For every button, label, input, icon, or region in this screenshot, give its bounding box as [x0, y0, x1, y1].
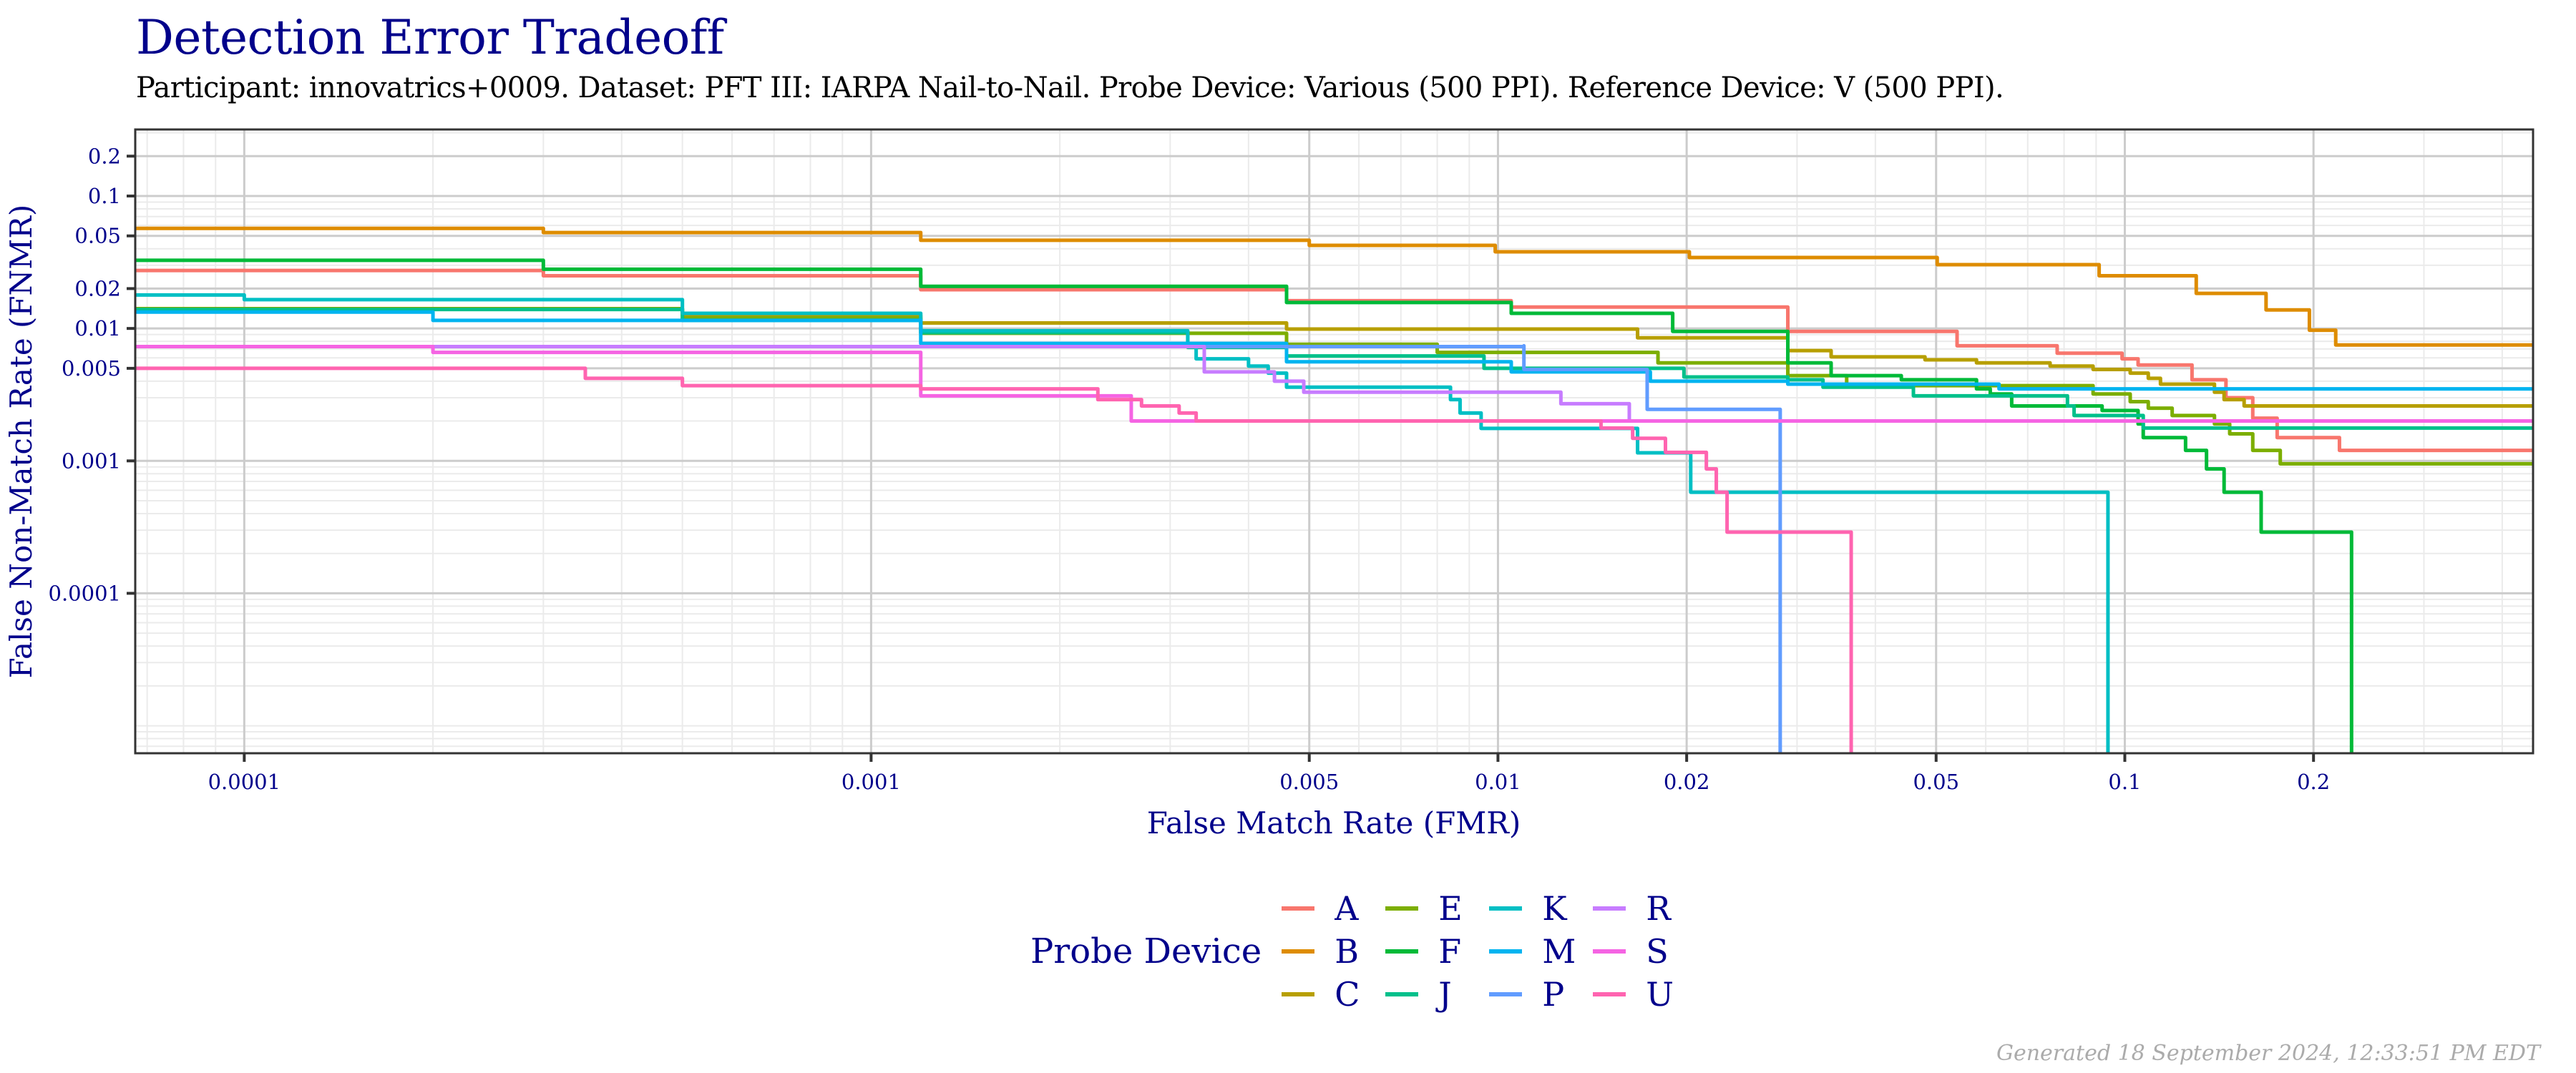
- legend-title: Probe Device: [1030, 931, 1262, 971]
- x-axis-title: False Match Rate (FMR): [1147, 805, 1521, 841]
- legend-item-E: E: [1385, 887, 1489, 930]
- y-tick-label: 0.05: [74, 224, 121, 248]
- legend-key-line: [1489, 949, 1523, 954]
- generated-timestamp: Generated 18 September 2024, 12:33:51 PM…: [1996, 1041, 2540, 1066]
- legend-key-line: [1489, 992, 1523, 996]
- legend-key-line: [1385, 992, 1419, 996]
- x-tick-label: 0.02: [1664, 770, 1710, 794]
- legend-item-P: P: [1489, 973, 1593, 1016]
- x-tick-label: 0.01: [1475, 770, 1521, 794]
- legend-key-line: [1385, 906, 1419, 911]
- legend-item-R: R: [1593, 887, 1697, 930]
- legend-label: R: [1646, 889, 1671, 928]
- y-axis-title: False Non-Match Rate (FNMR): [4, 205, 39, 679]
- x-axis: 0.0001 0.001 0.005 0.01 0.02 0.05 0.1 0.2: [208, 753, 2330, 794]
- legend-item-M: M: [1489, 930, 1593, 973]
- legend-item-A: A: [1282, 887, 1385, 930]
- legend-item-S: S: [1593, 930, 1697, 973]
- y-tick-label: 0.01: [74, 316, 121, 340]
- legend-key-line: [1282, 949, 1315, 954]
- y-tick-label: 0.0001: [49, 581, 121, 605]
- legend-label: F: [1438, 932, 1462, 971]
- legend-label: K: [1542, 889, 1567, 928]
- legend-key-line: [1282, 906, 1315, 911]
- x-tick-label: 0.005: [1279, 770, 1339, 794]
- legend-label: C: [1335, 975, 1360, 1014]
- legend-label: E: [1438, 889, 1463, 928]
- x-tick-label: 0.1: [2108, 770, 2141, 794]
- legend-label: P: [1542, 975, 1565, 1014]
- legend-label: U: [1646, 975, 1674, 1014]
- legend-key-line: [1385, 949, 1419, 954]
- legend-key-line: [1593, 949, 1626, 954]
- legend-key-line: [1489, 906, 1523, 911]
- legend-label: M: [1542, 932, 1576, 971]
- legend-item-C: C: [1282, 973, 1385, 1016]
- y-tick-label: 0.02: [74, 276, 121, 300]
- plot-background: [135, 129, 2533, 753]
- legend-items: ABC EFJ KMP RSU: [1282, 887, 1697, 1016]
- y-tick-label: 0.2: [88, 144, 121, 168]
- legend-item-K: K: [1489, 887, 1593, 930]
- legend-item-J: J: [1385, 973, 1489, 1016]
- legend-label: J: [1438, 975, 1452, 1014]
- y-tick-label: 0.001: [62, 449, 121, 473]
- legend-label: A: [1335, 889, 1359, 928]
- legend-item-B: B: [1282, 930, 1385, 973]
- legend-key-line: [1282, 992, 1315, 996]
- x-tick-label: 0.05: [1913, 770, 1959, 794]
- x-tick-label: 0.001: [841, 770, 901, 794]
- legend-key-line: [1593, 906, 1626, 911]
- y-tick-label: 0.1: [88, 184, 121, 208]
- legend: Probe Device ABC EFJ KMP RSU: [1030, 887, 1697, 1016]
- legend-item-U: U: [1593, 973, 1697, 1016]
- y-axis: 0.2 0.1 0.05 0.02 0.01 0.005 0.001 0.0001: [49, 144, 135, 605]
- x-tick-label: 0.2: [2297, 770, 2330, 794]
- legend-label: B: [1335, 932, 1359, 971]
- legend-item-F: F: [1385, 930, 1489, 973]
- legend-label: S: [1646, 932, 1669, 971]
- y-tick-label: 0.005: [62, 356, 121, 381]
- x-tick-label: 0.0001: [208, 770, 280, 794]
- legend-key-line: [1593, 992, 1626, 996]
